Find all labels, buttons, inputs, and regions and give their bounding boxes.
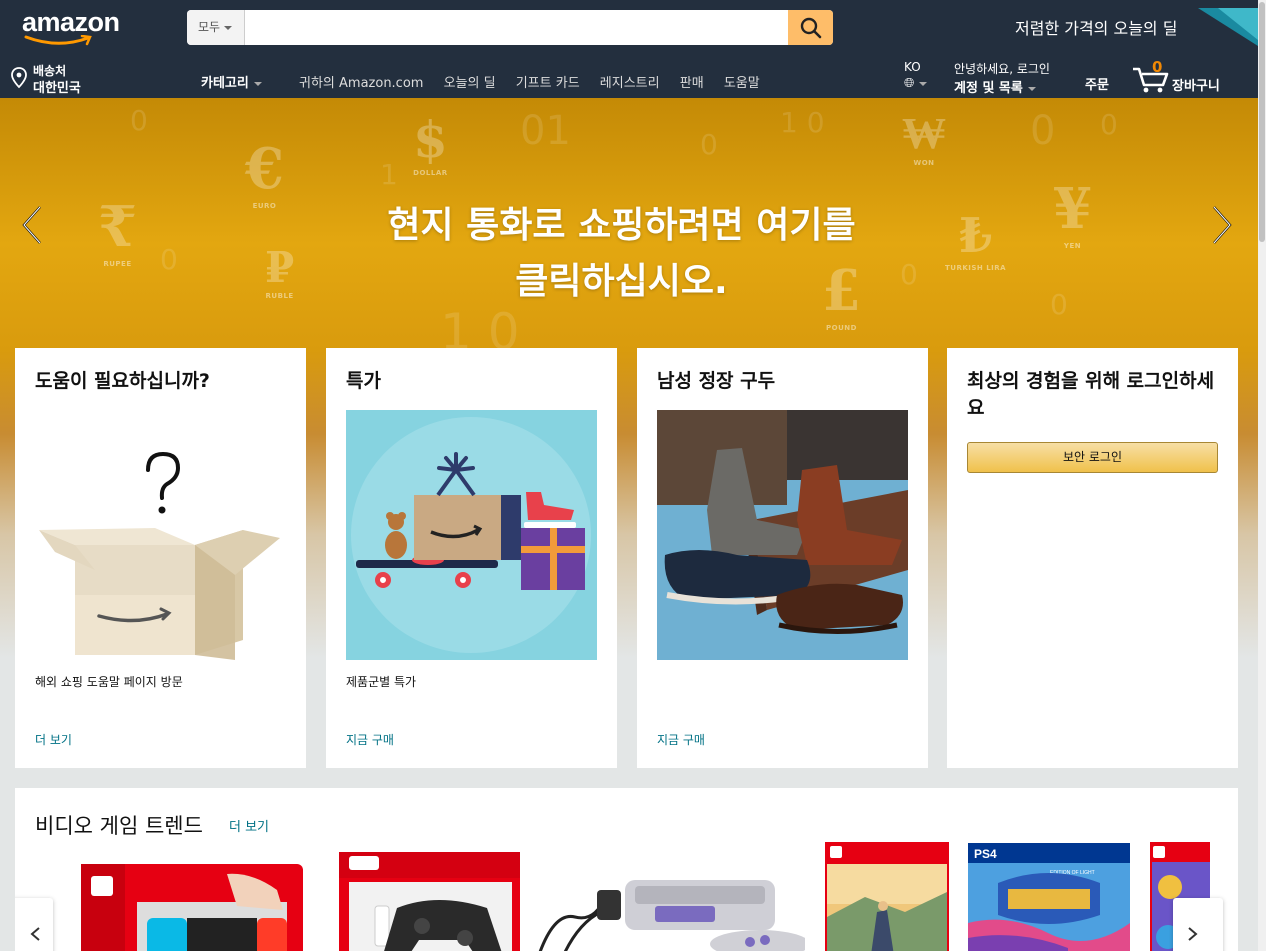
account-lists-menu[interactable]: 안녕하세요, 로그인 계정 및 목록 <box>954 60 1050 96</box>
card-link[interactable]: 지금 구매 <box>346 731 394 748</box>
hero-headline-line1: 현지 통화로 쇼핑하려면 여기를 <box>387 205 856 246</box>
help-box-image[interactable] <box>35 410 286 660</box>
hero-headline[interactable]: 현지 통화로 쇼핑하려면 여기를 클릭하십시오. <box>0 198 1243 310</box>
main-nav-bar: 배송처 대한민국 카테고리 귀하의 Amazon.com 오늘의 딜 기프트 카… <box>0 58 1258 98</box>
nav-link-help[interactable]: 도움말 <box>724 76 760 91</box>
location-pin-icon <box>11 67 27 89</box>
background-digit: 1 0 <box>780 106 825 139</box>
nav-link-your-amazon[interactable]: 귀하의 Amazon.com <box>299 76 423 91</box>
currency-caption: DOLLAR <box>413 169 448 177</box>
product-platform-label: PS4 <box>974 847 997 861</box>
chevron-down-icon <box>1027 86 1036 91</box>
currency-symbol: ₩ WON <box>902 108 946 167</box>
card-link[interactable]: 더 보기 <box>35 731 72 748</box>
signin-card: 최상의 경험을 위해 로그인하세요 보안 로그인 <box>947 348 1238 768</box>
logo-wordmark: amazon <box>22 7 120 37</box>
account-greeting: 안녕하세요, 로그인 <box>954 62 1050 76</box>
help-card: 도움이 필요하십니까? 해외 쇼핑 도움말 페이지 방문 더 보기 <box>15 348 306 768</box>
card-link[interactable]: 지금 구매 <box>657 731 705 748</box>
product-nintendo-switch[interactable] <box>77 862 305 951</box>
trend-prev-button[interactable] <box>15 898 53 951</box>
cart-count: 0 <box>1152 58 1163 76</box>
card-title: 도움이 필요하십니까? <box>35 370 210 392</box>
mens-dress-shoes-image[interactable] <box>657 410 908 660</box>
deliver-country: 대한민국 <box>33 81 81 96</box>
search-input[interactable] <box>245 10 788 45</box>
mens-shoes-card: 남성 정장 구두 지금 구매 <box>637 348 928 768</box>
background-digit: 0 <box>1100 108 1118 141</box>
chevron-right-icon <box>1188 927 1198 941</box>
account-lists-text: 계정 및 목록 <box>954 81 1023 96</box>
promo-ribbon-icon <box>1198 8 1258 46</box>
background-digit: 01 <box>520 108 571 154</box>
background-digit: 0 <box>1030 108 1056 154</box>
currency-caption: WON <box>913 159 935 167</box>
cart-label: 장바구니 <box>1172 79 1220 94</box>
top-nav-bar: amazon 모두 저렴한 가격의 오늘의 딜 <box>0 0 1258 58</box>
currency-symbol-glyph: € <box>245 136 284 202</box>
card-title: 특가 <box>346 370 381 392</box>
search-icon <box>800 17 821 38</box>
page-scrollbar[interactable] <box>1258 0 1266 951</box>
background-digit: 0 <box>130 104 148 137</box>
language-code: KO <box>904 60 921 74</box>
currency-symbol-glyph: $ <box>413 110 448 169</box>
logo-smile-icon <box>24 35 92 46</box>
card-title: 남성 정장 구두 <box>657 370 776 392</box>
hero-headline-line2: 클릭하십시오. <box>515 261 728 302</box>
carousel-next-icon[interactable] <box>1206 203 1236 247</box>
video-game-trends-section: 비디오 게임 트렌드 더 보기 PS4 EDITION OF LIGHT <box>15 788 1238 951</box>
orders-link[interactable]: 주문 <box>1085 74 1109 93</box>
nav-link-registry[interactable]: 레지스트리 <box>600 76 660 91</box>
card-description: 해외 쇼핑 도움말 페이지 방문 <box>35 675 183 689</box>
promo-banner-link[interactable]: 저렴한 가격의 오늘의 딜 <box>1015 15 1177 39</box>
card-description: 제품군별 특가 <box>346 675 417 689</box>
section-title: 비디오 게임 트렌드 <box>35 814 203 838</box>
nav-link-gift-cards[interactable]: 기프트 카드 <box>516 76 580 91</box>
product-dragon-quest-xi[interactable]: PS4 EDITION OF LIGHT <box>968 843 1130 951</box>
scrollbar-thumb[interactable] <box>1259 2 1265 242</box>
background-digit: 0 <box>700 128 718 161</box>
currency-caption: POUND <box>826 324 857 332</box>
carousel-prev-icon[interactable] <box>18 203 48 247</box>
product-switch-pro-controller[interactable] <box>337 848 522 951</box>
section-see-all-link[interactable]: 더 보기 <box>229 816 269 835</box>
search-button[interactable] <box>788 10 833 45</box>
language-selector[interactable]: KO 🌐︎ <box>904 60 928 91</box>
chevron-down-icon <box>224 25 233 30</box>
deals-gifts-image[interactable] <box>346 410 597 660</box>
globe-icon: 🌐︎ <box>904 76 928 91</box>
shop-by-category-button[interactable]: 카테고리 <box>201 72 262 91</box>
cart-button[interactable]: 0 장바구니 <box>1132 58 1232 94</box>
trend-next-button[interactable] <box>1173 898 1223 951</box>
product-snes-classic[interactable] <box>535 872 805 951</box>
nav-link-sell[interactable]: 판매 <box>680 76 704 91</box>
currency-symbol: $ DOLLAR <box>413 110 448 177</box>
search-department-select[interactable]: 모두 <box>187 10 245 45</box>
cart-icon <box>1133 67 1169 93</box>
background-digit: 1 <box>380 158 398 191</box>
deals-card: 특가 제품군별 특가 지금 구매 <box>326 348 617 768</box>
nav-link-todays-deals[interactable]: 오늘의 딜 <box>444 76 496 91</box>
search-bar: 모두 <box>187 10 833 45</box>
card-title: 최상의 경험을 위해 로그인하세요 <box>967 370 1215 419</box>
product-zelda-breath-of-the-wild[interactable] <box>825 842 949 951</box>
chevron-left-icon <box>30 927 40 941</box>
chevron-down-icon <box>919 81 928 86</box>
nav-links: 귀하의 Amazon.com 오늘의 딜 기프트 카드 레지스트리 판매 도움말 <box>299 72 776 91</box>
currency-symbol-glyph: ₩ <box>902 108 946 159</box>
secure-signin-button[interactable]: 보안 로그인 <box>967 442 1218 473</box>
shop-by-label: 카테고리 <box>201 76 249 91</box>
amazon-logo[interactable]: amazon <box>18 6 128 48</box>
account-lists-label: 계정 및 목록 <box>954 77 1050 96</box>
chevron-down-icon <box>253 81 262 86</box>
search-department-label: 모두 <box>198 20 221 34</box>
